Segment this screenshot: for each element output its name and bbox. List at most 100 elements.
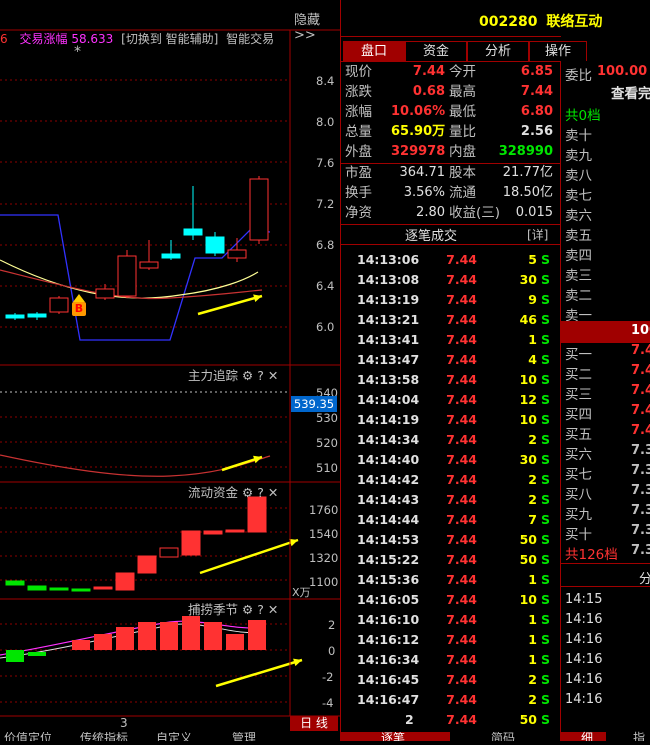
tab-custom[interactable]: 自定义 <box>156 732 192 741</box>
season-bar <box>248 620 266 650</box>
buy-level-price: 7.3 <box>631 523 650 538</box>
quote-value: 328990 <box>498 144 553 159</box>
trade-time: 14:13:06 <box>357 252 420 267</box>
settings-icon[interactable]: ⚙ <box>242 602 253 617</box>
buy-level-label: 买四 <box>565 407 592 423</box>
fund-label: 市盈 <box>345 165 372 181</box>
help-icon[interactable]: ? <box>257 368 264 383</box>
tab-funds[interactable]: 资金 <box>405 41 467 61</box>
trade-side: S <box>541 372 551 387</box>
close-icon[interactable]: ✕ <box>268 485 278 500</box>
tab-analysis[interactable]: 分析 <box>467 41 529 61</box>
tab-detail[interactable]: 细 <box>581 729 593 741</box>
buy-level-label: 买三 <box>565 387 592 403</box>
quote-panel: 002280 联络互动 盘口 资金 分析 操作 现价 7.44 今开 6.85 涨跌 0.… <box>340 0 650 741</box>
divider <box>341 36 561 37</box>
tab-traditional-indicator[interactable]: 传统指标 <box>80 732 128 741</box>
trade-volume: 1 <box>528 332 537 347</box>
trade-side: S <box>541 312 551 327</box>
close-icon[interactable]: ✕ <box>268 368 278 383</box>
quote-label: 现价 <box>345 64 372 80</box>
candle-body <box>183 228 203 236</box>
minute-time: 14:16 <box>565 612 603 627</box>
season-tick-label: -4 <box>322 696 334 710</box>
liquidity-bar <box>71 588 91 592</box>
liquidity-bar <box>181 530 201 556</box>
season-bar <box>160 622 178 650</box>
kline-chart-area[interactable]: 6 交易涨幅 58.633 [切换到 智能辅助] 智能交易 * 隐藏>> 8.4… <box>0 0 340 741</box>
divider <box>561 586 650 587</box>
stock-name: 联络互动 <box>546 14 603 30</box>
liquidity-bar <box>225 529 245 533</box>
view-full-link[interactable]: 查看完 <box>611 82 650 102</box>
trade-price: 7.44 <box>446 572 477 587</box>
help-icon[interactable]: ? <box>257 485 264 500</box>
season-bar <box>182 616 200 650</box>
buy-level-label: 买一 <box>565 347 592 363</box>
smart-trade-link[interactable]: 智能交易 <box>226 32 274 46</box>
trade-time: 14:14:19 <box>357 412 420 427</box>
trade-time: 14:16:10 <box>357 612 420 627</box>
quote-label: 今开 <box>449 64 476 80</box>
buy-level-price: 7.4 <box>631 383 650 398</box>
tab-index[interactable]: 指 <box>633 729 645 741</box>
season-bar <box>138 622 156 650</box>
trades-title: 逐笔成交 <box>405 229 458 244</box>
trend-arrow <box>215 658 303 688</box>
hide-panel-button[interactable]: 隐藏>> <box>294 9 340 43</box>
tab-manage[interactable]: 管理 <box>232 732 256 741</box>
trade-volume: 10 <box>519 372 537 387</box>
kline-chart-svg[interactable] <box>0 0 340 741</box>
fund-value: 3.56% <box>403 185 445 200</box>
close-icon[interactable]: ✕ <box>268 602 278 617</box>
tab-tick[interactable]: 逐笔 <box>381 732 405 741</box>
trade-price: 7.44 <box>446 452 477 467</box>
fund-value: 2.80 <box>416 205 445 220</box>
trade-volume: 12 <box>519 392 537 407</box>
trade-time: 14:14:53 <box>357 532 420 547</box>
bottom-tab-bar: 价值定位 传统指标 自定义 管理 <box>0 732 340 741</box>
help-icon[interactable]: ? <box>257 602 264 617</box>
tab-value-position[interactable]: 价值定位 <box>4 732 52 741</box>
trade-volume: 10 <box>519 412 537 427</box>
trade-volume: 50 <box>519 712 537 727</box>
trade-side: S <box>541 512 551 527</box>
tab-operate[interactable]: 操作 <box>529 41 587 61</box>
sell-level-label: 卖十 <box>565 128 592 144</box>
candle-body <box>5 314 25 319</box>
season-bar <box>204 622 222 650</box>
liquidity-bar <box>159 547 179 558</box>
trade-time: 2 <box>405 712 414 727</box>
settings-icon[interactable]: ⚙ <box>242 368 253 383</box>
trade-row: 14:14:53 7.44 50 S <box>341 530 559 550</box>
switch-assist-link[interactable]: [切换到 智能辅助] <box>121 32 218 46</box>
trade-side: S <box>541 612 551 627</box>
buy-arrow-icon <box>73 294 85 302</box>
trades-detail-link[interactable]: [详] <box>527 226 548 243</box>
fund-label: 净资 <box>345 205 372 221</box>
stock-header: 002280 联络互动 <box>479 11 602 31</box>
trade-side: S <box>541 712 551 727</box>
liquidity-bar <box>27 585 47 591</box>
sell-level-label: 卖七 <box>565 188 592 204</box>
tab-order-book[interactable]: 盘口 <box>343 41 405 61</box>
tab-brief[interactable]: 简码 <box>491 732 515 741</box>
trade-row: 14:14:42 7.44 2 S <box>341 470 559 490</box>
trade-row: 14:13:06 7.44 5 S <box>341 250 559 270</box>
settings-icon[interactable]: ⚙ <box>242 485 253 500</box>
trade-side: S <box>541 532 551 547</box>
trade-row: 14:15:36 7.44 1 S <box>341 570 559 590</box>
period-button[interactable]: 日 线 <box>290 716 338 731</box>
buy-level-label: 买七 <box>565 467 592 483</box>
trade-side: S <box>541 252 551 267</box>
candle-body <box>205 236 225 254</box>
trade-row: 14:14:40 7.44 30 S <box>341 450 559 470</box>
trade-price: 7.44 <box>446 272 477 287</box>
season-panel-header: 捕捞季节 ⚙ ? ✕ <box>188 599 278 618</box>
trade-volume: 1 <box>528 572 537 587</box>
price-tick-label: 8.0 <box>316 115 335 129</box>
liquidity-title: 流动资金 <box>188 485 239 500</box>
quote-label: 涨幅 <box>345 104 372 120</box>
quote-value: 0.68 <box>412 84 445 99</box>
minute-tab-label[interactable]: 分 <box>639 568 650 587</box>
